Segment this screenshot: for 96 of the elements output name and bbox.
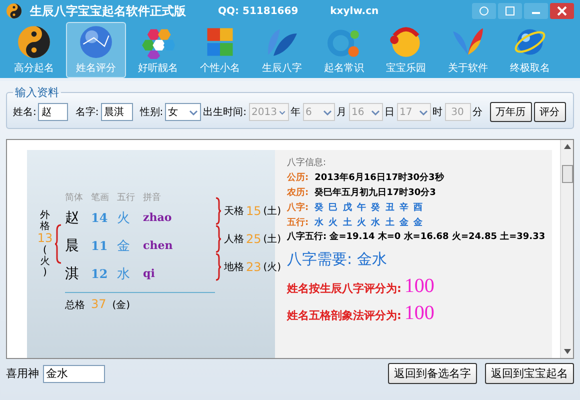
column-header: 拼音	[143, 192, 162, 204]
brace-icon	[54, 224, 62, 264]
element-label: 水	[117, 266, 131, 282]
yin-yang-icon	[6, 3, 22, 19]
grid-value: 23	[246, 260, 262, 274]
input-field[interactable]: 赵	[38, 103, 68, 121]
score-value: 100	[404, 302, 434, 325]
action-button[interactable]: 万年历	[490, 102, 532, 122]
qq-number: QQ: 51181669	[218, 6, 298, 16]
toolbar-button[interactable]: 起名常识	[314, 22, 374, 78]
unit-label: 时	[432, 106, 442, 119]
element-label: (火)	[40, 245, 50, 278]
section-heading: 八字信息:	[287, 156, 328, 169]
gender-dropdown[interactable]: 女	[165, 103, 202, 121]
toolbar-button[interactable]: 宝宝乐园	[376, 22, 436, 78]
nav-button[interactable]: 返回到备选名字	[388, 363, 477, 384]
column-header: 五行	[117, 192, 136, 204]
grid-label: 总格	[65, 298, 85, 312]
hour-dropdown[interactable]: 17	[396, 103, 430, 121]
toolbar-button[interactable]: 个性小名	[190, 22, 250, 78]
info-value: 2013年6月16日17时30分3秒	[314, 171, 444, 184]
field-label: 姓名:	[13, 106, 36, 119]
field-label: 名字:	[75, 106, 99, 119]
column-header: 简体	[65, 192, 84, 204]
toolbar-button[interactable]: 姓名评分	[66, 22, 126, 78]
field-label: 喜用神	[6, 366, 39, 381]
action-button[interactable]: 评分	[534, 102, 566, 122]
nav-button[interactable]: 返回到宝宝起名	[485, 363, 574, 384]
info-label: 八字:	[287, 201, 309, 214]
day-dropdown[interactable]: 16	[348, 103, 382, 121]
window-title: 生辰八字宝宝起名软件正式版	[30, 2, 186, 20]
grid-value: 25	[246, 232, 262, 246]
yin-yang-icon	[17, 25, 51, 59]
month-dropdown[interactable]: 6	[302, 103, 334, 121]
info-label: 公历:	[287, 172, 309, 184]
unit-label: 分	[472, 106, 482, 119]
grid-value: 15	[246, 204, 262, 218]
grid-label: 外格	[40, 210, 50, 232]
name-character: 赵	[65, 208, 80, 226]
input-field[interactable]: 金水	[43, 364, 105, 382]
grid-label: 天格	[224, 204, 244, 218]
input-field[interactable]: 晨淇	[100, 103, 133, 121]
pinyin: chen	[143, 239, 174, 252]
website: kxylw.cn	[330, 6, 379, 16]
info-label: 农历:	[287, 186, 309, 199]
toolbar-button[interactable]: 好听靓名	[128, 22, 188, 78]
score-label: 姓名按生辰八字评分为:	[287, 280, 402, 296]
score-value: 100	[404, 274, 434, 298]
bazi-need: 八字需要: 金水	[287, 250, 388, 269]
toolbar-button[interactable]: 生辰八字	[252, 22, 312, 78]
element-label: 火	[117, 210, 131, 226]
minimize-icon[interactable]	[524, 3, 548, 19]
scroll-thumb[interactable]	[562, 165, 572, 183]
pinyin: qi	[143, 267, 156, 280]
scrollbar[interactable]	[560, 140, 573, 358]
scroll-up-icon[interactable]	[564, 144, 570, 149]
info-value: 水 火 土 火 水 土 金 金	[314, 216, 424, 229]
panel-legend: 输入资料	[13, 85, 61, 100]
caret-icon	[370, 108, 380, 116]
info-value: 癸巳年五月初九日17时30分3	[314, 186, 436, 199]
minute-field[interactable]: 30	[444, 103, 470, 121]
field-label: 出生时间:	[203, 106, 246, 119]
toolbar-button[interactable]: 终极取名	[500, 22, 560, 78]
grid-label: 人格	[224, 232, 244, 246]
unit-label: 月	[336, 106, 346, 119]
close-icon[interactable]	[550, 3, 574, 19]
stroke-count: 11	[91, 238, 109, 252]
stroke-count: 14	[91, 210, 109, 224]
grid-label: 地格	[224, 260, 244, 274]
name-character: 晨	[65, 236, 80, 254]
globe-icon	[79, 25, 113, 59]
info-label: 五行:	[287, 216, 309, 229]
name-character: 淇	[65, 264, 80, 282]
column-header: 笔画	[91, 192, 110, 204]
year-dropdown[interactable]: 2013	[248, 103, 288, 121]
caret-icon	[189, 108, 198, 116]
toolbar-button[interactable]: 高分起名	[4, 22, 64, 78]
scroll-down-icon[interactable]	[564, 349, 570, 354]
element-label: 金	[117, 238, 131, 254]
info-value: 癸 巳 戊 午 癸 丑 辛 酉	[314, 201, 424, 214]
element-label: (金)	[112, 298, 130, 312]
grid-value: 37	[91, 296, 106, 310]
pinyin: zhao	[143, 211, 173, 224]
unit-label: 日	[384, 106, 394, 119]
toolbar-button[interactable]: 关于软件	[438, 22, 498, 78]
element-stats: 八字五行: 金=19.14 木=0 水=16.68 火=24.85 土=39.33	[287, 231, 546, 244]
element-label: (土)	[263, 204, 282, 218]
element-label: (土)	[263, 232, 282, 246]
grid-value: 13	[37, 232, 53, 245]
caret-icon	[418, 108, 428, 116]
score-label: 姓名五格剖象法评分为:	[287, 308, 402, 323]
caret-icon	[322, 108, 332, 116]
element-label: (火)	[263, 260, 282, 274]
unit-label: 年	[290, 106, 300, 119]
stroke-count: 12	[91, 266, 109, 280]
field-label: 性别:	[140, 106, 164, 119]
